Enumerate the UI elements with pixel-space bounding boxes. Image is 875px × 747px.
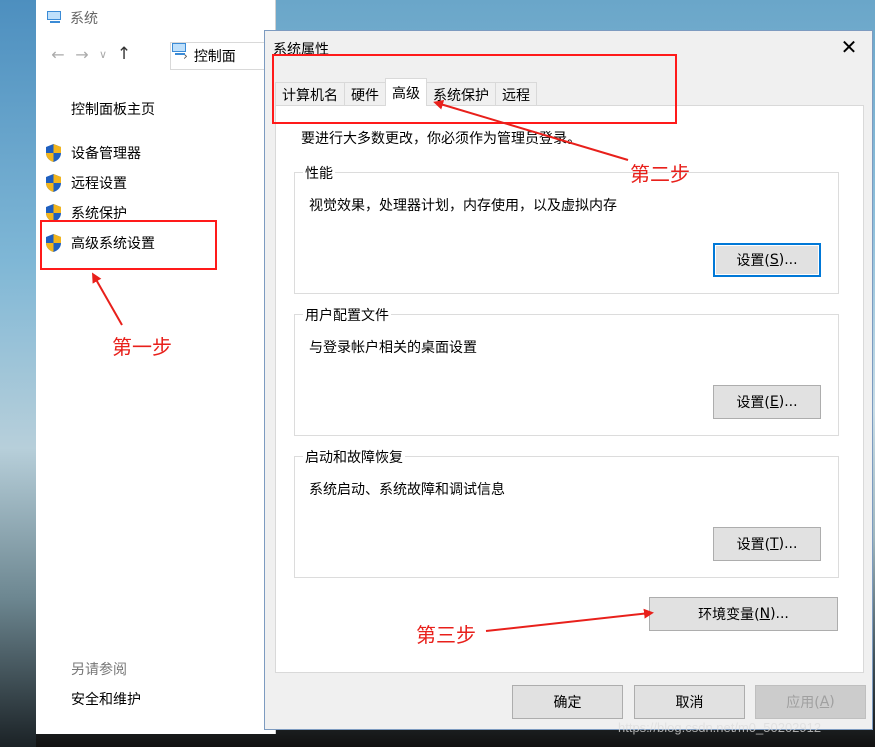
group-description: 系统启动、系统故障和调试信息 bbox=[309, 482, 505, 498]
system-window: 系统 ← → ∨ ↑ › 控制面 控制面板主页 设备管理器 远程设置 系统保护 … bbox=[36, 0, 300, 734]
see-also-heading: 另请参阅 bbox=[71, 662, 127, 678]
environment-variables-button[interactable]: 环境变量(N)... bbox=[649, 597, 838, 631]
desktop-left-strip bbox=[0, 0, 36, 747]
step2-highlight-box bbox=[272, 54, 677, 124]
admin-note: 要进行大多数更改，你必须作为管理员登录。 bbox=[301, 131, 581, 147]
apply-button[interactable]: 应用(A) bbox=[755, 685, 866, 719]
computer-icon bbox=[46, 11, 64, 25]
ok-button[interactable]: 确定 bbox=[512, 685, 623, 719]
system-properties-dialog: 系统属性 ✕ 计算机名 硬件 高级 系统保护 远程 要进行大多数更改，你必须作为… bbox=[264, 30, 873, 730]
step2-label: 第二步 bbox=[630, 162, 690, 186]
back-arrow-icon[interactable]: ← bbox=[46, 45, 70, 64]
forward-arrow-icon[interactable]: → bbox=[70, 45, 94, 64]
user-profiles-group: 用户配置文件 与登录帐户相关的桌面设置 设置(E)... bbox=[294, 305, 839, 436]
group-label: 用户配置文件 bbox=[303, 305, 391, 325]
step1-label: 第一步 bbox=[112, 335, 172, 359]
step1-highlight-box bbox=[40, 220, 217, 270]
watermark: https://blog.csdn.net/m0_50202912 bbox=[618, 720, 822, 735]
user-profiles-settings-button[interactable]: 设置(E)... bbox=[713, 385, 821, 419]
close-icon[interactable]: ✕ bbox=[838, 35, 860, 59]
system-window-title-text: 系统 bbox=[70, 11, 98, 27]
sidebar-link-label: 远程设置 bbox=[71, 176, 127, 192]
sidebar-link-device-manager[interactable]: 设备管理器 bbox=[44, 141, 141, 165]
startup-recovery-settings-button[interactable]: 设置(T)... bbox=[713, 527, 821, 561]
advanced-tab-panel: 要进行大多数更改，你必须作为管理员登录。 性能 视觉效果，处理器计划，内存使用，… bbox=[275, 105, 864, 673]
nav-buttons: ← → ∨ ↑ bbox=[46, 44, 136, 64]
cancel-button[interactable]: 取消 bbox=[634, 685, 745, 719]
sidebar-link-label: 设备管理器 bbox=[71, 146, 141, 162]
control-panel-home-link[interactable]: 控制面板主页 bbox=[71, 99, 155, 119]
up-arrow-icon[interactable]: ↑ bbox=[112, 44, 136, 64]
startup-recovery-group: 启动和故障恢复 系统启动、系统故障和调试信息 设置(T)... bbox=[294, 447, 839, 578]
group-label: 启动和故障恢复 bbox=[303, 447, 405, 467]
group-description: 视觉效果，处理器计划，内存使用，以及虚拟内存 bbox=[309, 198, 617, 214]
uac-shield-icon bbox=[44, 143, 63, 163]
step3-label: 第三步 bbox=[416, 623, 476, 647]
group-description: 与登录帐户相关的桌面设置 bbox=[309, 340, 477, 356]
recent-dropdown-icon[interactable]: ∨ bbox=[94, 48, 112, 61]
address-text: 控制面 bbox=[193, 49, 236, 65]
security-maintenance-link[interactable]: 安全和维护 bbox=[71, 689, 141, 709]
performance-group: 性能 视觉效果，处理器计划，内存使用，以及虚拟内存 设置(S)... bbox=[294, 163, 839, 294]
group-label: 性能 bbox=[303, 163, 335, 183]
system-window-title: 系统 bbox=[46, 8, 98, 28]
uac-shield-icon bbox=[44, 173, 63, 193]
performance-settings-button[interactable]: 设置(S)... bbox=[713, 243, 821, 277]
tab-advanced[interactable]: 高级 bbox=[385, 78, 427, 106]
sidebar-link-remote-settings[interactable]: 远程设置 bbox=[44, 171, 127, 195]
